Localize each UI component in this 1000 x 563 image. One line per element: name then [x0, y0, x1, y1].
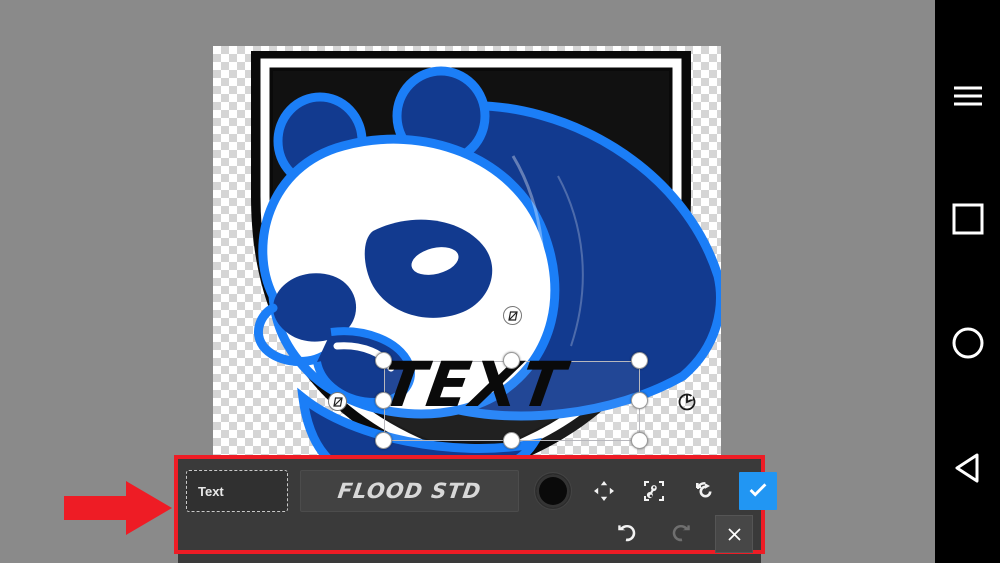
handle-bottom-right[interactable] — [631, 432, 648, 449]
handle-bottom-center[interactable] — [503, 432, 520, 449]
transform-tool-icon[interactable] — [637, 474, 671, 508]
handle-middle-right[interactable] — [631, 392, 648, 409]
nav-back-icon[interactable] — [935, 438, 1000, 498]
skew-handle-icon[interactable] — [328, 392, 347, 411]
nav-home-icon[interactable] — [935, 313, 1000, 373]
app-root: TEXT Text FLOOD STD — [0, 0, 1000, 563]
undo-icon[interactable] — [613, 519, 643, 549]
text-input[interactable]: Text — [186, 470, 288, 512]
android-navigation-bar — [935, 0, 1000, 563]
handle-top-right[interactable] — [631, 352, 648, 369]
rotate-handle-icon[interactable] — [676, 391, 698, 413]
nav-recents-icon[interactable] — [935, 189, 1000, 249]
handle-middle-left[interactable] — [375, 392, 392, 409]
toolbar-primary-row: Text FLOOD STD — [186, 469, 777, 513]
text-edit-toolbar: Text FLOOD STD — [174, 455, 777, 554]
color-swatch-button[interactable] — [535, 473, 571, 509]
apply-button[interactable] — [739, 472, 777, 510]
handle-top-left[interactable] — [375, 352, 392, 369]
font-name-label: FLOOD STD — [336, 479, 483, 503]
red-pointer-arrow — [64, 481, 172, 535]
cancel-button[interactable] — [715, 515, 753, 553]
toolbar-secondary-row — [591, 515, 753, 553]
redo-icon[interactable] — [665, 519, 695, 549]
move-tool-icon[interactable] — [587, 474, 621, 508]
handle-bottom-left[interactable] — [375, 432, 392, 449]
skew-handle-top-icon[interactable] — [503, 306, 522, 325]
handle-top-center[interactable] — [503, 352, 520, 369]
flip-tool-icon[interactable] — [687, 474, 721, 508]
text-input-value: Text — [198, 483, 224, 499]
nav-menu-icon[interactable] — [935, 66, 1000, 126]
font-selector[interactable]: FLOOD STD — [300, 470, 519, 512]
